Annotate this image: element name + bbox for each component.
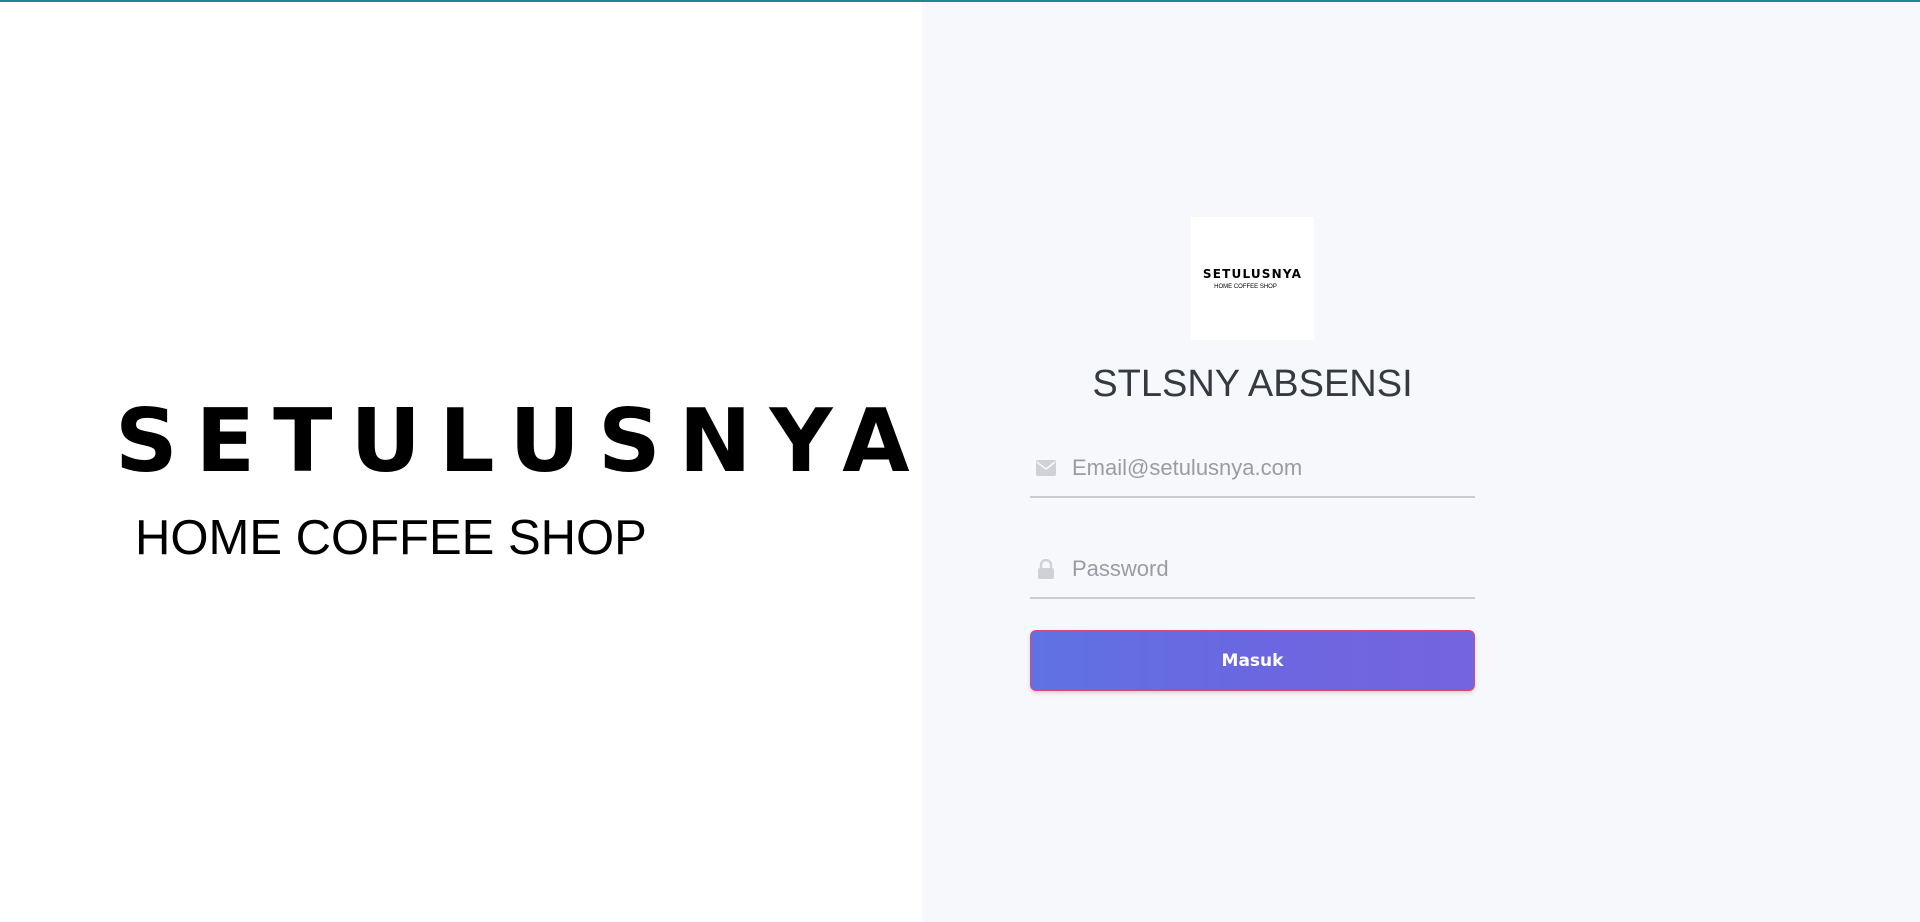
login-title-container: STLSNY ABSENSI [1030,365,1475,403]
brand-name-large: SETULUSNYA [115,390,928,492]
email-input[interactable] [1072,455,1462,481]
password-input[interactable] [1072,556,1462,582]
brand-tagline-large: HOME COFFEE SHOP [135,511,647,565]
login-button[interactable]: Masuk [1030,630,1475,691]
logo-brand-name: SETULUSNYA [1202,266,1303,281]
logo-brand-tagline: HOME COFFEE SHOP [1214,283,1277,290]
password-field [1030,541,1475,599]
login-title: STLSNY ABSENSI [1092,363,1413,405]
email-field [1030,440,1475,498]
lock-icon [1034,557,1058,581]
envelope-icon [1034,456,1058,480]
brand-logo: SETULUSNYA HOME COFFEE SHOP [1191,217,1314,340]
